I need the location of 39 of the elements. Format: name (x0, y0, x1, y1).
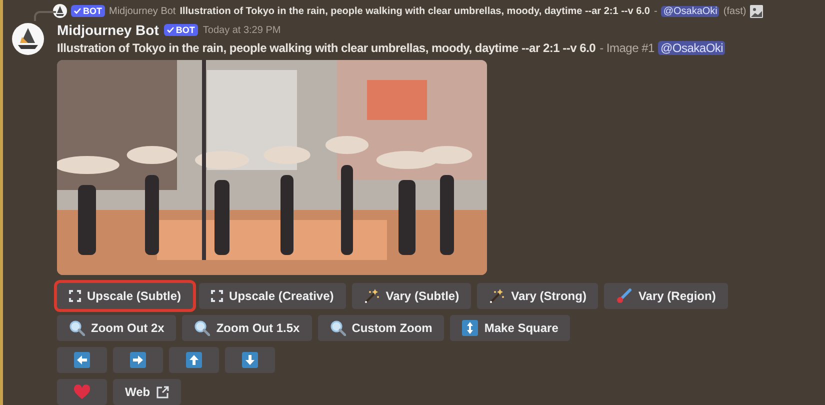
action-button[interactable]: Upscale (Creative) (199, 283, 346, 309)
reply-prompt[interactable]: Illustration of Tokyo in the rain, people walking with clear umbrellas, moody, daytime --ar 2:1 --v 6.0 (180, 6, 650, 16)
expand-icon (211, 290, 224, 302)
action-button[interactable]: Zoom Out 1.5x (182, 315, 312, 341)
search-icon (330, 320, 346, 336)
emoji-button[interactable] (57, 347, 107, 373)
paintbrush-icon (616, 288, 632, 304)
external-link-icon (156, 386, 170, 398)
timestamp: Today at 3:29 PM (202, 24, 281, 36)
action-button[interactable]: Custom Zoom (318, 315, 444, 341)
bot-avatar[interactable] (53, 4, 67, 18)
action-button[interactable]: Vary (Subtle) (352, 283, 472, 309)
search-icon (69, 320, 85, 336)
emoji-button[interactable] (225, 347, 275, 373)
action-button[interactable]: Vary (Region) (604, 283, 728, 309)
emoji-button[interactable] (169, 347, 219, 373)
expand-icon (69, 290, 81, 302)
prompt-text: Illustration of Tokyo in the rain, people walking with clear umbrellas, moody, daytime --ar 2:1 --v 6.0 (57, 41, 596, 55)
user-mention[interactable]: @OsakaOki (661, 6, 720, 16)
magic-wand-icon (364, 288, 380, 304)
reply-author[interactable]: Midjourney Bot (109, 6, 176, 16)
action-button[interactable]: Make Square (450, 315, 570, 341)
bot-badge: BOT (164, 24, 198, 36)
action-button[interactable]: Zoom Out 2x (57, 315, 176, 341)
image-label: - Image #1 (600, 41, 654, 55)
action-button[interactable]: Vary (Strong) (477, 283, 598, 309)
search-icon (194, 320, 210, 336)
speed-label: (fast) (723, 6, 746, 16)
magic-wand-icon (489, 288, 506, 304)
emoji-button[interactable] (113, 347, 163, 373)
bot-avatar[interactable] (12, 23, 44, 55)
action-button[interactable]: Web (113, 379, 182, 405)
action-button[interactable]: Upscale (Subtle) (57, 283, 194, 309)
bot-badge: BOT (71, 5, 105, 17)
separator-text: - (654, 6, 658, 16)
author-name[interactable]: Midjourney Bot (57, 22, 159, 38)
image-icon (750, 4, 764, 18)
user-mention[interactable]: @OsakaOki (658, 41, 726, 55)
heart-icon (73, 384, 91, 400)
